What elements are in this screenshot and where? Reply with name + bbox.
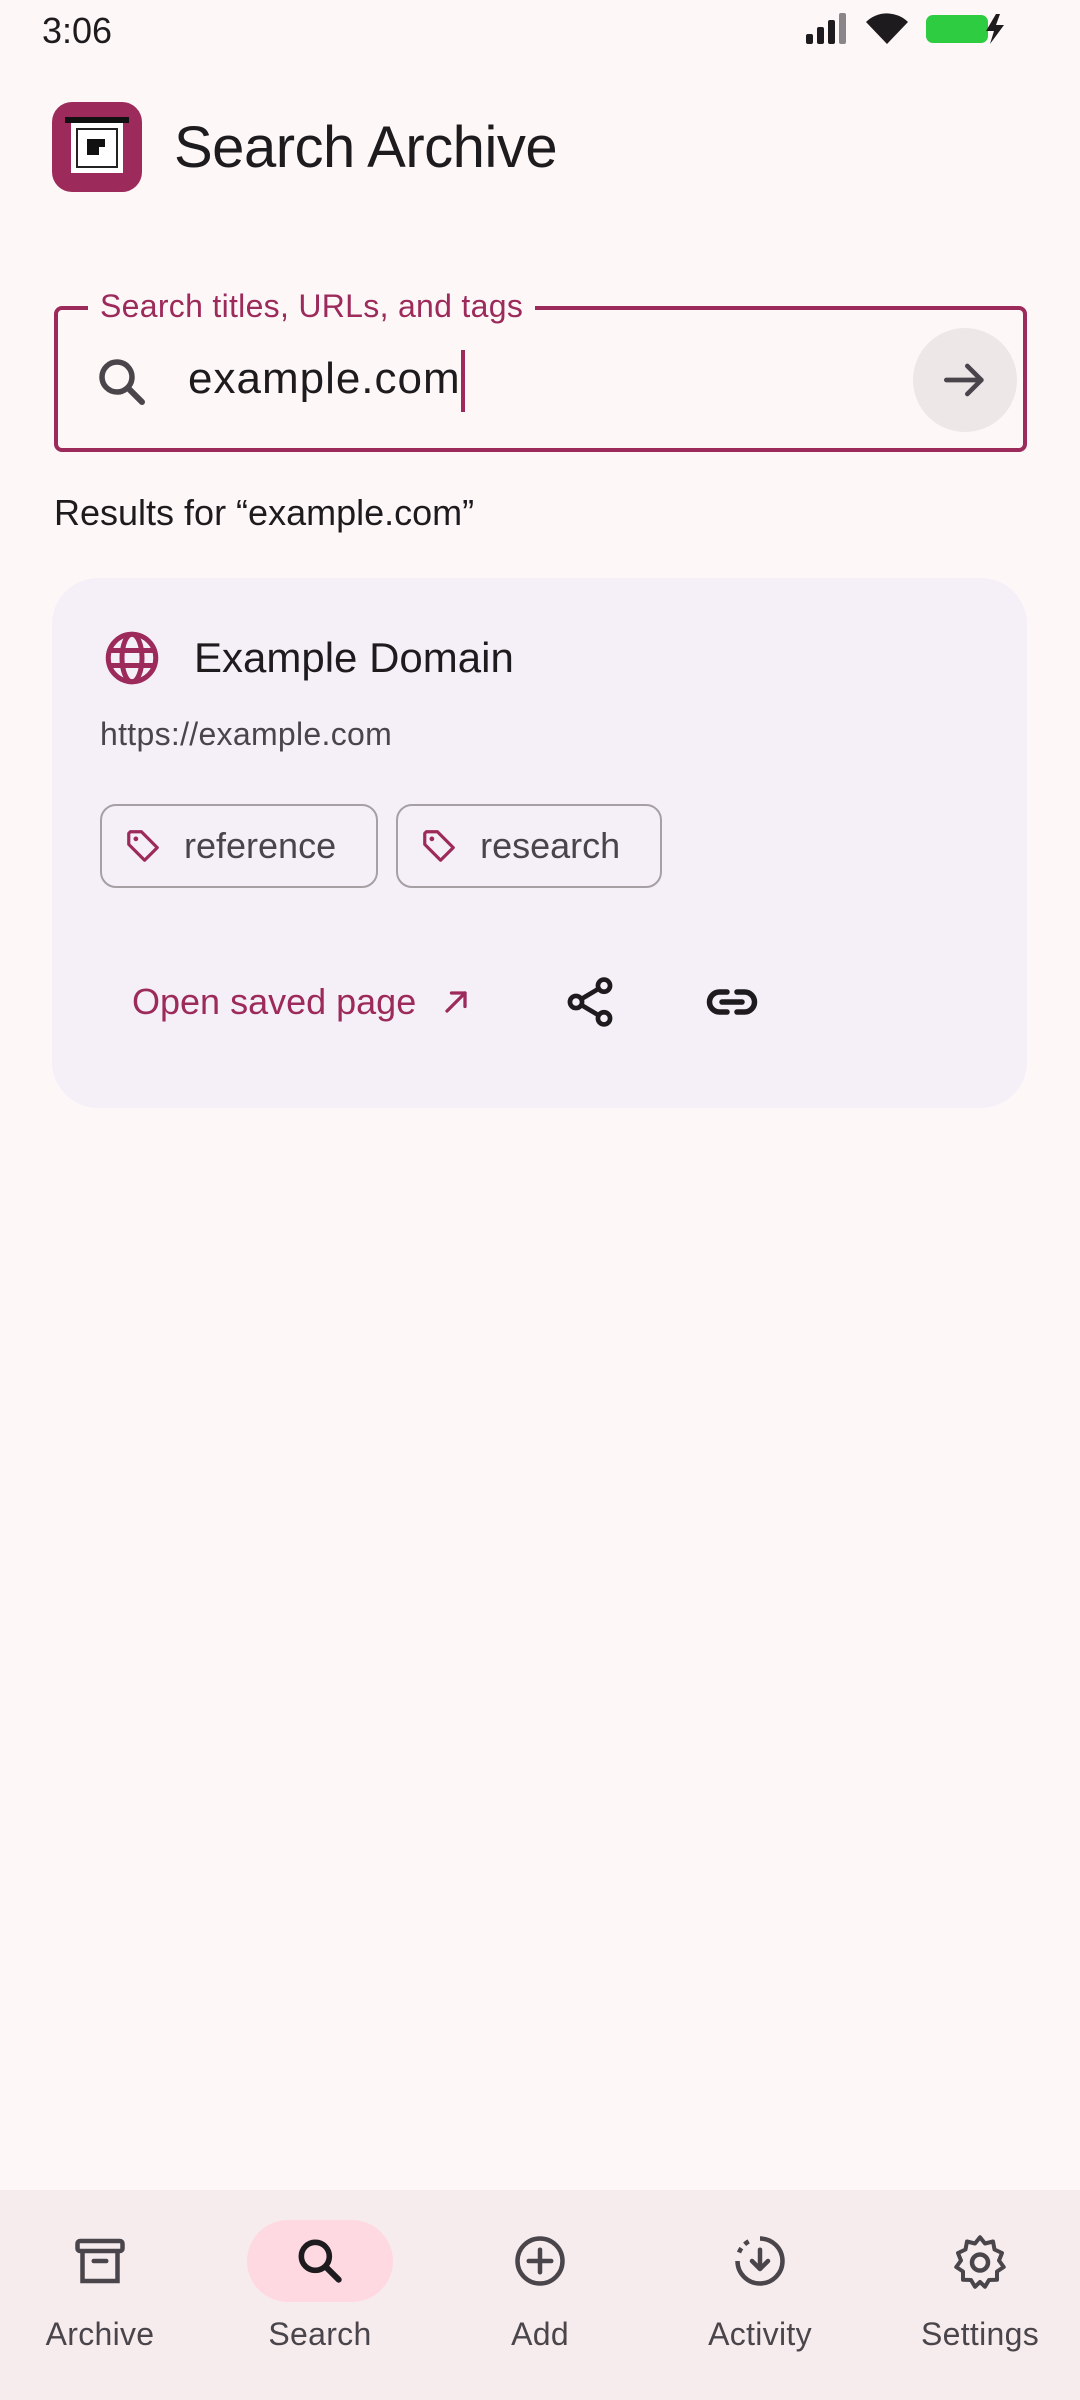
results-heading: Results for “example.com” <box>54 492 475 533</box>
status-time: 3:06 <box>42 10 113 51</box>
globe-icon <box>105 631 159 685</box>
search-field[interactable]: Search titles, URLs, and tags <box>54 288 1027 452</box>
tag-chips: reference research <box>100 804 663 888</box>
gear-icon <box>954 2235 1006 2289</box>
result-card[interactable]: Example Domain https://example.com refer… <box>52 578 1027 1108</box>
tag-chip-reference[interactable]: reference <box>100 804 379 888</box>
archive-icon <box>75 2238 125 2284</box>
arrow-right-icon <box>944 363 984 397</box>
result-url: https://example.com <box>100 716 393 752</box>
open-saved-page-label: Open saved page <box>132 981 417 1022</box>
nav-label: Add <box>511 2316 569 2352</box>
page-title: Search Archive <box>174 114 558 180</box>
tag-chip-label: research <box>480 825 621 866</box>
bottom-navigation: Archive Search Add Activity Settings <box>0 2190 1080 2400</box>
tag-chip-label: reference <box>184 825 337 866</box>
nav-icon-container <box>247 2220 393 2302</box>
nav-item-archive[interactable]: Archive <box>0 2220 200 2353</box>
search-submit-button[interactable] <box>913 328 1017 432</box>
download-progress-icon <box>735 2236 785 2286</box>
app-header: Search Archive <box>52 102 558 192</box>
nav-label: Activity <box>708 2316 812 2352</box>
status-bar: 3:06 <box>0 0 1080 60</box>
search-field-label: Search titles, URLs, and tags <box>88 288 536 325</box>
nav-label: Settings <box>920 2316 1040 2352</box>
link-icon[interactable] <box>702 972 762 1032</box>
screen: 3:06 Search Archive Search titles, URLs,… <box>0 0 1080 2400</box>
add-circle-icon <box>515 2236 565 2286</box>
archive-logo-icon <box>52 102 142 192</box>
signal-icon <box>806 13 846 44</box>
tag-icon <box>127 830 159 862</box>
text-caret <box>461 350 465 412</box>
nav-label: Search <box>268 2316 372 2352</box>
status-icons <box>804 12 1008 46</box>
nav-item-search[interactable]: Search <box>220 2220 420 2353</box>
search-input[interactable] <box>188 342 928 416</box>
search-icon <box>99 359 145 405</box>
nav-icon-container <box>27 2220 173 2302</box>
share-icon[interactable] <box>562 974 618 1030</box>
nav-item-add[interactable]: Add <box>440 2220 640 2353</box>
nav-item-settings[interactable]: Settings <box>880 2220 1080 2353</box>
battery-icon <box>926 14 1004 44</box>
nav-item-activity[interactable]: Activity <box>660 2220 860 2353</box>
tag-icon <box>423 830 455 862</box>
nav-icon-container <box>467 2220 613 2302</box>
nav-icon-container <box>907 2220 1053 2302</box>
card-actions: Open saved page <box>132 972 762 1032</box>
result-title[interactable]: Example Domain <box>194 634 514 682</box>
open-saved-page-button[interactable]: Open saved page <box>132 981 474 1023</box>
tag-chip-research[interactable]: research <box>396 804 663 888</box>
wifi-icon <box>866 13 908 44</box>
nav-label: Archive <box>45 2316 155 2352</box>
search-icon <box>298 2239 342 2283</box>
arrow-up-right-icon <box>445 991 467 1013</box>
nav-icon-container <box>687 2220 833 2302</box>
